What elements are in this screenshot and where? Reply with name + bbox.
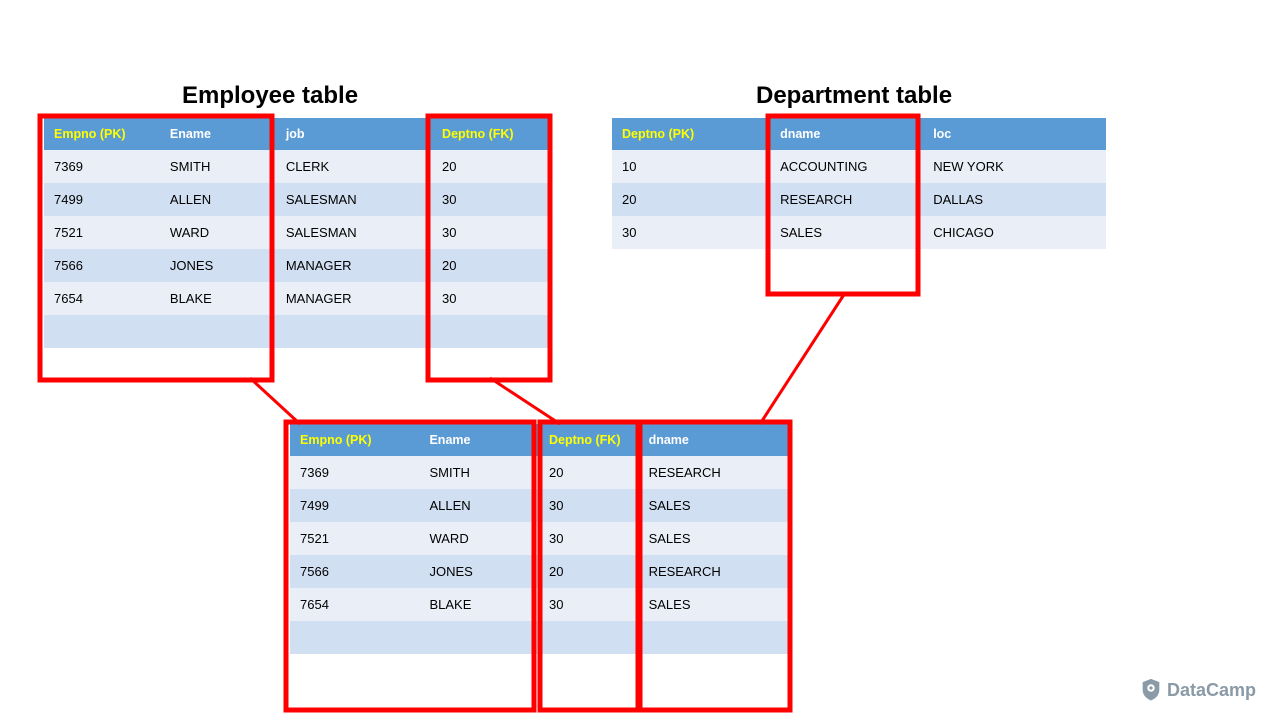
joined-table: Empno (PK) Ename Deptno (FK) dname 7369S… <box>290 424 788 654</box>
table-row: 7654BLAKEMANAGER30 <box>44 282 548 315</box>
col-empno: Empno (PK) <box>290 424 419 456</box>
table-row: 20RESEARCHDALLAS <box>612 183 1106 216</box>
table-row: 7521WARDSALESMAN30 <box>44 216 548 249</box>
col-dname: dname <box>639 424 788 456</box>
table-row: 10ACCOUNTINGNEW YORK <box>612 150 1106 183</box>
table-row: 7521WARD30SALES <box>290 522 788 555</box>
table-row: 7654BLAKE30SALES <box>290 588 788 621</box>
col-job: job <box>276 118 432 150</box>
table-row <box>44 315 548 348</box>
department-table: Deptno (PK) dname loc 10ACCOUNTINGNEW YO… <box>612 118 1106 249</box>
col-dname: dname <box>770 118 923 150</box>
brand-name: DataCamp <box>1167 680 1256 701</box>
datacamp-logo: DataCamp <box>1141 678 1256 702</box>
table-row: 7369SMITHCLERK20 <box>44 150 548 183</box>
department-table-title: Department table <box>756 82 952 110</box>
table-row: 7499ALLENSALESMAN30 <box>44 183 548 216</box>
col-empno: Empno (PK) <box>44 118 160 150</box>
employee-table-title: Employee table <box>182 82 358 110</box>
table-row: 30SALESCHICAGO <box>612 216 1106 249</box>
col-ename: Ename <box>419 424 539 456</box>
table-row: 7566JONESMANAGER20 <box>44 249 548 282</box>
table-row <box>290 621 788 654</box>
col-deptno: Deptno (FK) <box>539 424 639 456</box>
table-header-row: Empno (PK) Ename job Deptno (FK) <box>44 118 548 150</box>
table-header-row: Deptno (PK) dname loc <box>612 118 1106 150</box>
table-row: 7369SMITH20RESEARCH <box>290 456 788 489</box>
col-deptno: Deptno (PK) <box>612 118 770 150</box>
employee-table: Empno (PK) Ename job Deptno (FK) 7369SMI… <box>44 118 548 348</box>
shield-icon <box>1141 678 1161 702</box>
table-row: 7566JONES20RESEARCH <box>290 555 788 588</box>
col-ename: Ename <box>160 118 276 150</box>
col-loc: loc <box>923 118 1106 150</box>
table-header-row: Empno (PK) Ename Deptno (FK) dname <box>290 424 788 456</box>
table-row: 7499ALLEN30SALES <box>290 489 788 522</box>
col-deptno: Deptno (FK) <box>432 118 548 150</box>
